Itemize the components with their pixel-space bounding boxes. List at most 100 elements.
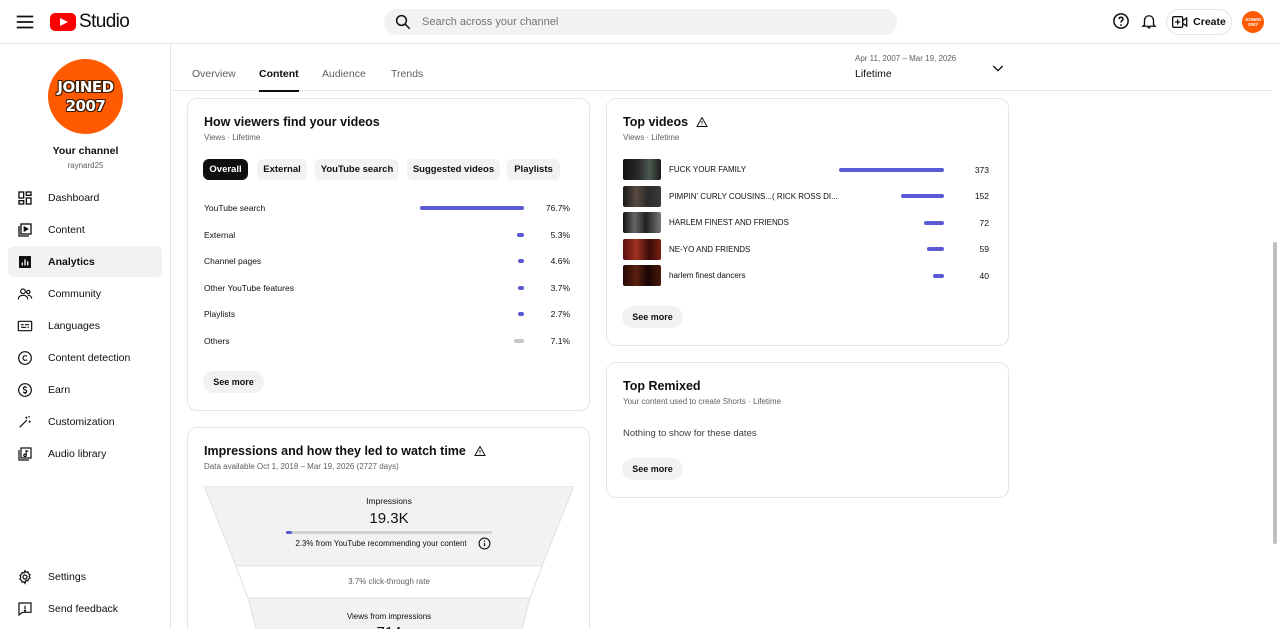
sidebar-item-content[interactable]: Content	[8, 214, 162, 245]
chip-overall[interactable]: Overall	[203, 159, 248, 180]
search-input[interactable]	[422, 16, 862, 28]
traffic-source-label: Channel pages	[204, 256, 262, 267]
sidebar-item-audio-library[interactable]: Audio library	[8, 438, 162, 469]
gear-icon	[19, 568, 31, 585]
traffic-sources-card: How viewers find your videos Views · Lif…	[187, 98, 590, 411]
tab-trends[interactable]: Trends	[391, 68, 423, 90]
sidebar-item-languages[interactable]: Languages	[8, 310, 162, 341]
recommend-progress-track	[286, 531, 492, 534]
traffic-source-bar-track	[516, 232, 524, 237]
wand-icon	[19, 415, 31, 428]
account-avatar[interactable]: JOINED 2007	[1242, 11, 1264, 33]
see-more-button[interactable]: See more	[622, 306, 683, 328]
audio-library-icon	[18, 446, 32, 461]
chip-playlists[interactable]: Playlists	[507, 159, 560, 180]
video-views-bar	[927, 247, 944, 252]
info-icon[interactable]	[478, 537, 491, 550]
top-video-row[interactable]: PIMPIN' CURLY COUSINS...( RICK ROSS DI..…	[623, 185, 989, 207]
video-views-value: 152	[974, 191, 989, 202]
search-icon[interactable]	[394, 13, 412, 31]
traffic-source-bar-track	[517, 259, 524, 264]
sidebar-item-community[interactable]: Community	[8, 278, 162, 309]
tab-overview[interactable]: Overview	[192, 68, 236, 90]
search-bar[interactable]	[384, 9, 897, 35]
traffic-source-row[interactable]: Others 7.1%	[204, 334, 570, 348]
traffic-source-bar	[518, 285, 524, 290]
warning-icon[interactable]	[474, 445, 486, 457]
sidebar-item-settings[interactable]: Settings	[8, 561, 162, 592]
empty-state-text: Nothing to show for these dates	[623, 428, 757, 439]
tab-audience[interactable]: Audience	[322, 68, 366, 90]
traffic-source-bar	[420, 206, 524, 210]
traffic-source-value: 7.1%	[550, 336, 570, 346]
community-icon	[17, 287, 33, 299]
chip-suggested-videos[interactable]: Suggested videos	[407, 159, 500, 180]
channel-title: Your channel	[52, 145, 119, 157]
traffic-source-label: Playlists	[204, 309, 236, 320]
top-video-row[interactable]: NE-YO AND FRIENDS 59	[623, 238, 989, 260]
video-title[interactable]: FUCK YOUR FAMILY	[669, 165, 849, 174]
studio-logo[interactable]: Studio	[50, 11, 130, 33]
sidebar-item-analytics[interactable]: Analytics	[8, 246, 162, 277]
traffic-source-bar	[518, 312, 524, 317]
video-title[interactable]: PIMPIN' CURLY COUSINS...( RICK ROSS DI..…	[669, 192, 849, 201]
video-views-bar	[839, 167, 944, 172]
page-scrollbar[interactable]	[1273, 242, 1277, 544]
sidebar-item-content-detection[interactable]: Content detection	[8, 342, 162, 373]
video-thumbnail[interactable]	[623, 238, 661, 260]
sidebar-item-earn[interactable]: Earn	[8, 374, 162, 405]
sidebar-item-send-feedback[interactable]: Send feedback	[8, 593, 162, 624]
video-thumbnail[interactable]	[623, 185, 661, 207]
video-views-value: 373	[974, 164, 989, 175]
chip-youtube-search[interactable]: YouTube search	[315, 159, 399, 180]
traffic-source-label: Others	[204, 336, 230, 346]
date-range-picker[interactable]: Apr 11, 2007 – Mar 19, 2026 Lifetime	[855, 54, 956, 80]
help-icon[interactable]	[1112, 12, 1130, 30]
card-subtitle: Your content used to create Shorts · Lif…	[623, 397, 782, 406]
traffic-source-value: 4.6%	[550, 256, 570, 267]
traffic-source-value: 5.3%	[550, 229, 570, 240]
traffic-source-row[interactable]: Channel pages 4.6%	[204, 254, 570, 268]
traffic-source-bar	[514, 339, 524, 343]
traffic-source-label: Other YouTube features	[204, 282, 294, 293]
video-title[interactable]: NE-YO AND FRIENDS	[669, 245, 849, 254]
top-video-row[interactable]: harlem finest dancers 40	[623, 265, 989, 287]
youtube-logo-icon	[50, 13, 76, 31]
traffic-source-bar-track	[420, 206, 524, 210]
video-views-bar	[901, 194, 944, 199]
notifications-bell-icon[interactable]	[1140, 12, 1158, 30]
video-views-bar	[923, 220, 944, 225]
video-thumbnail[interactable]	[623, 159, 661, 180]
traffic-source-row[interactable]: YouTube search 76.7%	[204, 201, 570, 215]
video-title[interactable]: HARLEM FINEST AND FRIENDS	[669, 218, 849, 227]
traffic-source-bar	[516, 232, 524, 237]
channel-avatar[interactable]: JOINED 2007	[48, 59, 123, 134]
warning-icon[interactable]	[696, 116, 708, 128]
date-range-label: Lifetime	[855, 68, 892, 80]
sidebar-item-dashboard[interactable]: Dashboard	[8, 182, 162, 213]
sidebar-item-customization[interactable]: Customization	[8, 406, 162, 437]
video-thumbnail[interactable]	[623, 212, 661, 234]
see-more-button[interactable]: See more	[622, 458, 683, 480]
top-video-row[interactable]: FUCK YOUR FAMILY 373	[623, 159, 989, 180]
menu-icon[interactable]	[14, 11, 36, 33]
chevron-down-icon[interactable]	[990, 60, 1006, 76]
create-button[interactable]: Create	[1166, 9, 1232, 35]
logo-text: Studio	[79, 11, 130, 32]
video-title[interactable]: harlem finest dancers	[669, 271, 849, 280]
video-thumbnail[interactable]	[623, 265, 661, 287]
traffic-source-row[interactable]: Other YouTube features 3.7%	[204, 281, 570, 295]
traffic-source-row[interactable]: External 5.3%	[204, 228, 570, 242]
traffic-source-label: External	[204, 229, 236, 240]
analytics-tabs: Overview Content Audience Trends Apr 11,…	[172, 44, 1272, 92]
tab-content[interactable]: Content	[259, 68, 299, 92]
see-more-button[interactable]: See more	[203, 371, 264, 393]
dashboard-icon	[18, 190, 32, 205]
chip-external[interactable]: External	[257, 159, 307, 180]
traffic-source-row[interactable]: Playlists 2.7%	[204, 307, 570, 321]
traffic-source-value: 3.7%	[550, 282, 570, 293]
top-video-row[interactable]: HARLEM FINEST AND FRIENDS 72	[623, 212, 989, 234]
card-title: Impressions and how they led to watch ti…	[204, 444, 486, 458]
languages-icon	[17, 320, 33, 331]
content-icon	[18, 222, 32, 237]
